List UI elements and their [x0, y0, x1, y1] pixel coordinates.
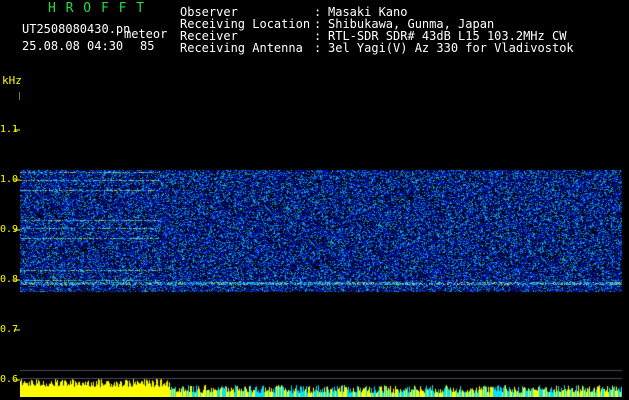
y-tick-label: 0.9 [0, 224, 18, 235]
spectrogram-canvas [20, 80, 622, 397]
hrofft-window: H R O F F T UT2508080430.pn meteor 25.08… [0, 0, 629, 400]
y-tick-label: 1.1 [0, 124, 18, 135]
y-tick-label: 0.6 [0, 374, 18, 385]
y-tick-label: 0.8 [0, 274, 18, 285]
y-tick-label: 0.7 [0, 324, 18, 335]
y-tick-label: 1.0 [0, 174, 18, 185]
y-axis: 1.1 1.0 0.9 0.8 0.7 0.6 [0, 0, 18, 400]
